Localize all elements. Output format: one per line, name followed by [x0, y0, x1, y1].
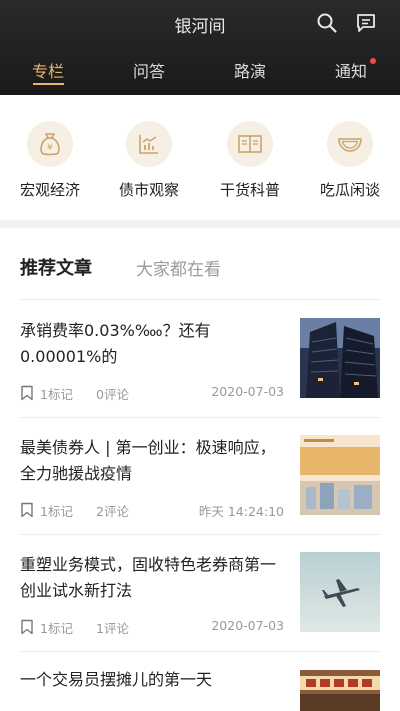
category-label: 吃瓜闲谈	[319, 181, 380, 199]
article-meta: 1标记 1评论 2020-07-03	[20, 618, 284, 636]
bookmark-icon[interactable]	[20, 619, 34, 635]
tab-zhuanlan[interactable]: 专栏	[18, 58, 78, 82]
article-meta: 1标记 2评论 昨天 14:24:10	[20, 501, 284, 519]
category-macro[interactable]: ¥ 宏观经济	[0, 121, 100, 200]
comment-count: 2评论	[96, 504, 129, 519]
money-bag-icon: ¥	[27, 121, 73, 167]
chart-icon	[126, 121, 172, 167]
article-date: 2020-07-03	[211, 618, 284, 633]
divider	[20, 534, 380, 535]
svg-text:¥: ¥	[47, 143, 53, 153]
article-title: 最美债券人 | 第一创业：极速响应，全力驰援战疫情	[20, 438, 276, 483]
divider	[20, 651, 380, 652]
tab-wenda[interactable]: 问答	[119, 58, 179, 82]
bookmark-icon[interactable]	[20, 502, 34, 518]
tab-recommended[interactable]: 推荐文章	[20, 254, 92, 280]
mark-count: 1标记	[40, 621, 73, 636]
category-knowledge[interactable]: 干货科普	[200, 121, 300, 200]
top-header: 银河间 专栏 问答 路演 通知	[0, 0, 400, 95]
bookmark-icon[interactable]	[20, 385, 34, 401]
article-item[interactable]: 一个交易员摆摊儿的第一天	[20, 667, 380, 711]
app-title: 银河间	[174, 17, 226, 37]
article-item[interactable]: 重塑业务模式，固收特色老券商第一创业试水新打法 1标记 1评论 2020-07-…	[20, 552, 380, 667]
tab-luyan[interactable]: 路演	[220, 58, 280, 82]
watermelon-icon	[327, 121, 373, 167]
tab-trending[interactable]: 大家都在看	[136, 255, 221, 280]
comment-count: 1评论	[96, 621, 129, 636]
section-divider	[0, 220, 400, 228]
skyscraper-image	[300, 318, 380, 398]
category-label: 宏观经济	[19, 181, 80, 199]
search-icon[interactable]	[316, 12, 338, 34]
book-icon	[227, 121, 273, 167]
category-chitchat[interactable]: 吃瓜闲谈	[300, 121, 400, 200]
notification-badge	[370, 58, 376, 64]
article-item[interactable]: 最美债券人 | 第一创业：极速响应，全力驰援战疫情 1标记 2评论 昨天 14:…	[20, 435, 380, 550]
category-bond[interactable]: 债市观察	[99, 121, 199, 200]
street-stall-image	[300, 670, 380, 711]
divider	[20, 299, 380, 300]
mark-count: 1标记	[40, 387, 73, 402]
active-tab-indicator	[33, 83, 64, 85]
article-title: 一个交易员摆摊儿的第一天	[20, 670, 213, 689]
mark-count: 1标记	[40, 504, 73, 519]
category-label: 干货科普	[219, 181, 280, 199]
comment-count: 0评论	[96, 387, 129, 402]
article-title: 重塑业务模式，固收特色老券商第一创业试水新打法	[20, 555, 277, 600]
article-item[interactable]: 承销费率0.03%‱？还有0.00001%的 1标记 0评论 2020-07-0…	[20, 318, 380, 433]
article-date: 2020-07-03	[211, 384, 284, 399]
divider	[20, 417, 380, 418]
article-date: 昨天 14:24:10	[198, 504, 284, 519]
category-row: ¥ 宏观经济 债市观察 干货科普 吃瓜闲谈	[0, 95, 400, 220]
airplane-image	[300, 552, 380, 632]
article-title: 承销费率0.03%‱？还有0.00001%的	[20, 321, 211, 366]
bond-poster-image	[300, 435, 380, 515]
article-meta: 1标记 0评论 2020-07-03	[20, 384, 284, 402]
message-icon[interactable]	[355, 12, 377, 34]
category-label: 债市观察	[118, 181, 179, 199]
